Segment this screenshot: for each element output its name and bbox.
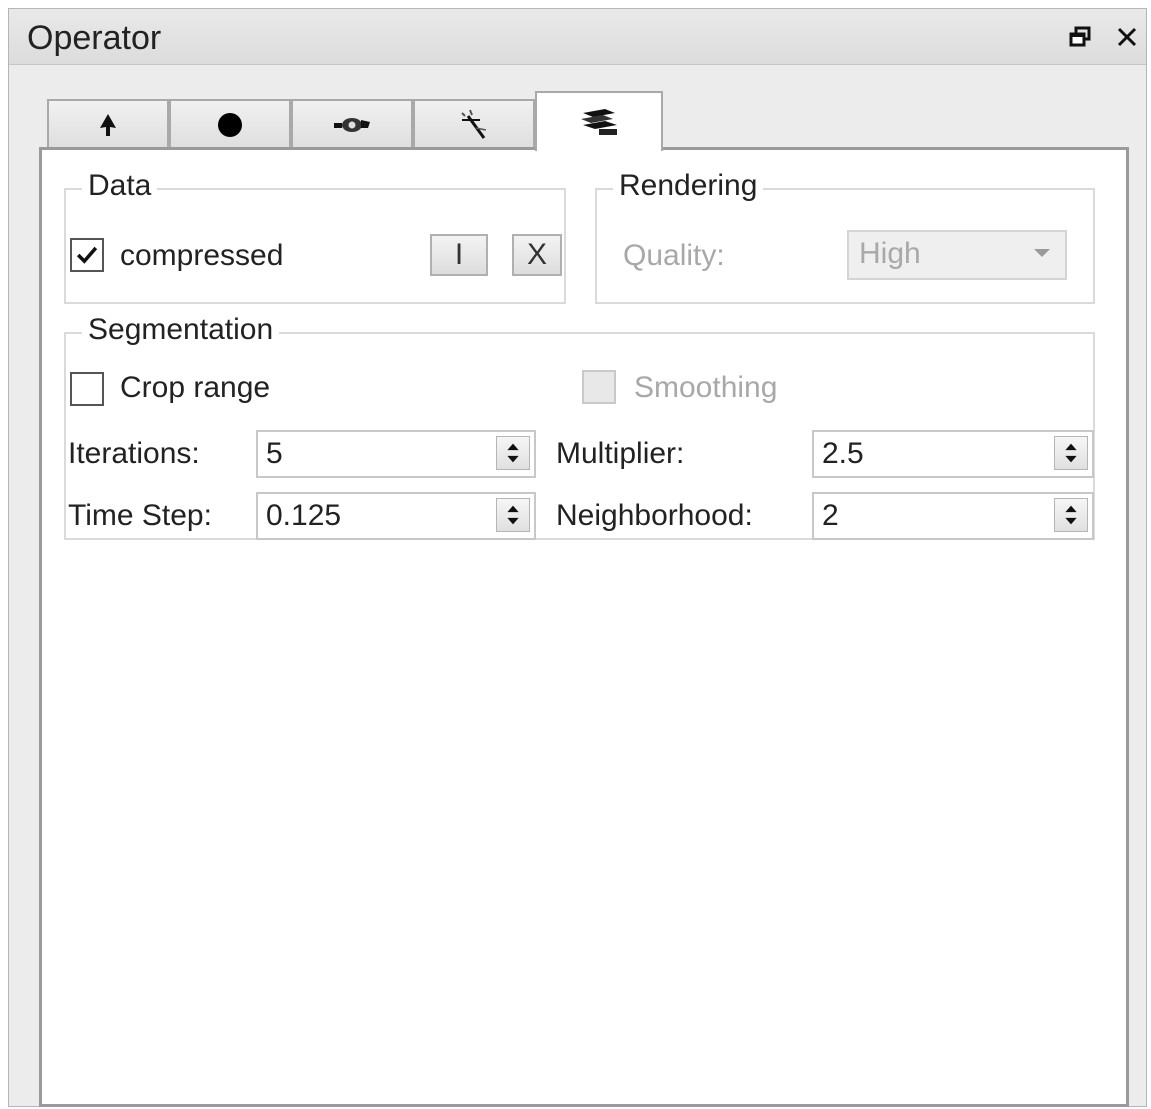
data-group-legend: Data (82, 166, 158, 206)
neighborhood-spinbox[interactable]: 2 (812, 492, 1094, 540)
magic-wand-icon (461, 109, 487, 139)
rendering-group: Rendering Quality: High (595, 166, 1095, 304)
iterations-stepper[interactable] (496, 436, 530, 470)
quality-select[interactable]: High (847, 230, 1067, 280)
iterations-label: Iterations: (68, 437, 200, 470)
smoothing-label: Smoothing (634, 371, 778, 404)
iterations-spinbox[interactable]: 5 (256, 430, 536, 478)
filled-circle-icon (218, 113, 242, 137)
multiplier-value: 2.5 (822, 437, 864, 470)
panel-title: Operator (27, 19, 162, 57)
iterations-value: 5 (266, 437, 283, 470)
rendering-group-legend: Rendering (613, 166, 764, 206)
compressed-label: compressed (120, 239, 284, 272)
quality-select-value: High (859, 237, 921, 270)
multiplier-spinbox[interactable]: 2.5 (812, 430, 1094, 478)
segmentation-group-legend: Segmentation (82, 310, 280, 350)
smoothing-checkbox[interactable] (582, 370, 616, 404)
neighborhood-value: 2 (822, 499, 839, 532)
neighborhood-stepper[interactable] (1054, 498, 1088, 532)
up-down-arrows-icon (507, 505, 519, 525)
tab-content: Data compressed I X Rendering Quality: H… (39, 147, 1129, 1107)
tab-circle[interactable] (169, 99, 291, 149)
tab-brush[interactable] (291, 99, 413, 149)
button-x[interactable]: X (512, 234, 562, 276)
time-step-value: 0.125 (266, 499, 342, 532)
segmentation-group: Segmentation Crop range Smoothing Iterat… (64, 310, 1095, 540)
brush-icon (334, 118, 370, 132)
multiplier-stepper[interactable] (1054, 436, 1088, 470)
close-icon[interactable] (1113, 23, 1141, 51)
operator-tabbar (39, 91, 1129, 151)
chevron-down-icon (1034, 249, 1050, 257)
tab-wand[interactable] (413, 99, 535, 149)
tab-layers[interactable] (535, 91, 663, 151)
time-step-stepper[interactable] (496, 498, 530, 532)
compressed-checkbox[interactable] (70, 238, 104, 272)
operator-panel: Operator Data compressed I X Rendering Q… (8, 8, 1147, 1107)
multiplier-label: Multiplier: (556, 437, 685, 470)
button-i[interactable]: I (430, 234, 488, 276)
quality-label: Quality: (623, 239, 725, 272)
time-step-label: Time Step: (68, 499, 212, 532)
up-down-arrows-icon (1065, 505, 1077, 525)
crop-range-checkbox[interactable] (70, 372, 104, 406)
panel-titlebar: Operator (9, 9, 1146, 65)
neighborhood-label: Neighborhood: (556, 499, 753, 532)
pointer-arrow-icon (100, 114, 116, 136)
time-step-spinbox[interactable]: 0.125 (256, 492, 536, 540)
up-down-arrows-icon (507, 443, 519, 463)
tab-pointer[interactable] (47, 99, 169, 149)
up-down-arrows-icon (1065, 443, 1077, 463)
checkmark-icon (76, 246, 98, 264)
data-group: Data compressed I X (64, 166, 566, 304)
layers-stack-icon (581, 109, 617, 135)
crop-range-label: Crop range (120, 371, 271, 404)
float-window-icon[interactable] (1067, 23, 1095, 51)
